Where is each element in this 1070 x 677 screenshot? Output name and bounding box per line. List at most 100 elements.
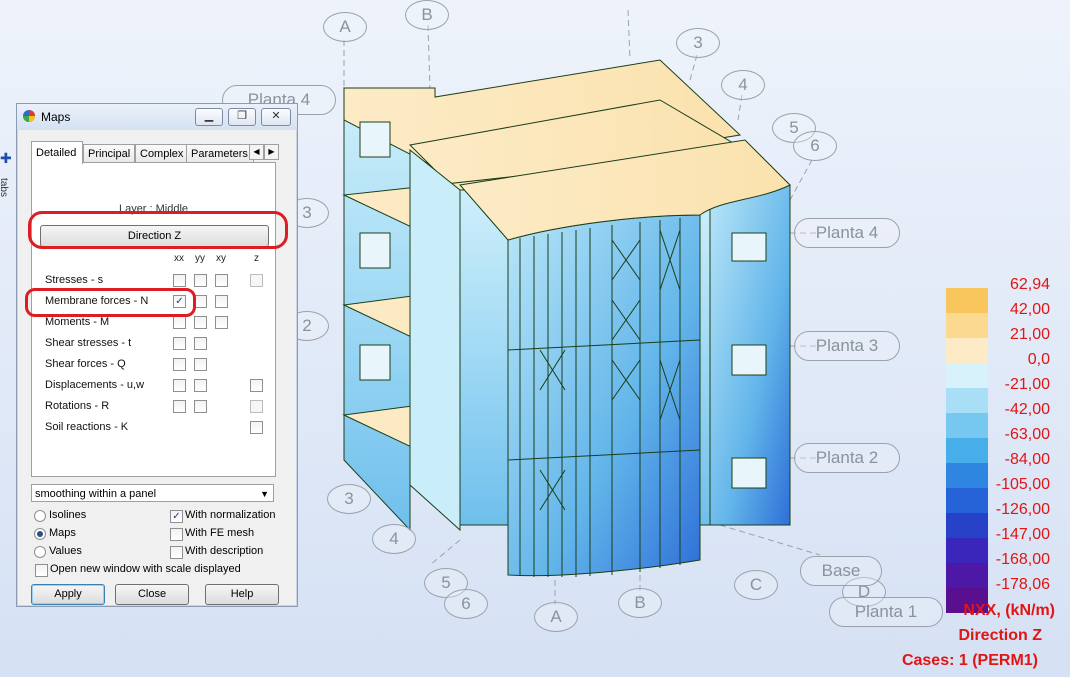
- moments-yy-checkbox[interactable]: [194, 316, 207, 329]
- fe-mesh-checkbox[interactable]: [170, 528, 183, 541]
- stresses-xy-checkbox[interactable]: [215, 274, 228, 287]
- shear-stress-yy-checkbox[interactable]: [194, 337, 207, 350]
- arrow-icon: ✚: [0, 150, 12, 166]
- moments-xx-checkbox[interactable]: [173, 316, 186, 329]
- rotation-z-checkbox[interactable]: [250, 400, 263, 413]
- maps-radio[interactable]: [34, 528, 46, 540]
- rotation-xx-checkbox[interactable]: [173, 400, 186, 413]
- level-label: Planta 4: [794, 218, 900, 248]
- tab-scroll-right-icon[interactable]: ▶: [264, 144, 279, 160]
- level-label: Base: [800, 556, 882, 586]
- row-label-shear-stresses: Shear stresses - t: [45, 337, 132, 349]
- row-label-soil-reactions: Soil reactions - K: [45, 421, 129, 433]
- axis-bubble: 3: [676, 28, 720, 58]
- legend-value: -126,00: [995, 501, 1050, 518]
- axis-bubble: A: [323, 12, 367, 42]
- level-label: Planta 3: [794, 331, 900, 361]
- column-header-z: z: [254, 253, 259, 264]
- side-tabs[interactable]: ✚ tabs: [0, 150, 12, 210]
- membrane-xy-checkbox[interactable]: [215, 295, 228, 308]
- legend-swatch: [946, 538, 988, 563]
- axis-bubble: B: [618, 588, 662, 618]
- legend-value: -178,06: [995, 576, 1050, 593]
- chevron-down-icon: ▼: [260, 489, 269, 499]
- tab-parameters[interactable]: Parameters: [186, 144, 254, 163]
- smoothing-value: smoothing within a panel: [35, 488, 157, 500]
- legend-swatch: [946, 338, 988, 363]
- axis-bubble: 4: [372, 524, 416, 554]
- highlight-direction: [28, 211, 288, 249]
- values-label: Values: [49, 545, 82, 557]
- moments-xy-checkbox[interactable]: [215, 316, 228, 329]
- soil-reaction-z-checkbox[interactable]: [250, 421, 263, 434]
- side-tab-label[interactable]: tabs: [0, 178, 9, 197]
- legend-value: -147,00: [995, 526, 1050, 543]
- fe-mesh-label: With FE mesh: [185, 527, 255, 539]
- normalization-checkbox[interactable]: ✓: [170, 510, 183, 523]
- stresses-xx-checkbox[interactable]: [173, 274, 186, 287]
- axis-bubble: 4: [721, 70, 765, 100]
- legend-swatch: [946, 438, 988, 463]
- minimize-button[interactable]: ▁: [195, 108, 223, 126]
- stresses-yy-checkbox[interactable]: [194, 274, 207, 287]
- shear-stress-xx-checkbox[interactable]: [173, 337, 186, 350]
- legend-value: 42,00: [1009, 301, 1050, 318]
- legend-swatch: [946, 388, 988, 413]
- dialog-title: Maps: [41, 110, 71, 124]
- help-button[interactable]: Help: [205, 584, 279, 605]
- legend-value: -63,00: [1004, 426, 1050, 443]
- displacement-yy-checkbox[interactable]: [194, 379, 207, 392]
- legend-value: -105,00: [995, 476, 1050, 493]
- tab-scroll-left-icon[interactable]: ◀: [249, 144, 264, 160]
- legend-value: -168,00: [995, 551, 1050, 568]
- shear-force-xx-checkbox[interactable]: [173, 358, 186, 371]
- legend-value: -21,00: [1004, 376, 1050, 393]
- legend-quantity: NXX, (kN/m): [963, 602, 1055, 619]
- row-label-shear-forces: Shear forces - Q: [45, 358, 126, 370]
- maps-dialog: Maps ▁ ❐ ✕ Detailed Principal Complex Pa…: [16, 103, 298, 607]
- legend-swatch: [946, 363, 988, 388]
- legend-value: -42,00: [1004, 401, 1050, 418]
- level-label: Planta 2: [794, 443, 900, 473]
- isolines-label: Isolines: [49, 509, 87, 521]
- apply-button[interactable]: Apply: [31, 584, 105, 605]
- open-new-window-label: Open new window with scale displayed: [50, 563, 241, 575]
- row-label-displacements: Displacements - u,w: [45, 379, 145, 391]
- legend-value: 0,0: [1027, 351, 1050, 368]
- isolines-radio[interactable]: [34, 510, 46, 522]
- axis-bubble: B: [405, 0, 449, 30]
- tab-bar: Detailed Principal Complex Parameters ◀ …: [31, 141, 281, 164]
- smoothing-dropdown[interactable]: smoothing within a panel ▼: [31, 484, 274, 502]
- legend-value: 21,00: [1009, 326, 1050, 343]
- displacement-xx-checkbox[interactable]: [173, 379, 186, 392]
- dialog-titlebar[interactable]: Maps ▁ ❐ ✕: [17, 104, 297, 130]
- open-new-window-checkbox[interactable]: [35, 564, 48, 577]
- tab-detailed[interactable]: Detailed: [31, 141, 83, 164]
- column-header-xx: xx: [174, 253, 184, 264]
- row-label-stresses: Stresses - s: [45, 274, 104, 286]
- level-label: Planta 1: [829, 597, 943, 627]
- shear-force-yy-checkbox[interactable]: [194, 358, 207, 371]
- values-radio[interactable]: [34, 546, 46, 558]
- stresses-z-checkbox[interactable]: [250, 274, 263, 287]
- maximize-button[interactable]: ❐: [228, 108, 256, 126]
- tab-complex[interactable]: Complex: [135, 144, 187, 163]
- close-button[interactable]: Close: [115, 584, 189, 605]
- legend-value: -84,00: [1004, 451, 1050, 468]
- rotation-yy-checkbox[interactable]: [194, 400, 207, 413]
- axis-bubble: C: [734, 570, 778, 600]
- legend-swatch: [946, 513, 988, 538]
- column-header-yy: yy: [195, 253, 205, 264]
- tab-principal[interactable]: Principal: [83, 144, 135, 163]
- highlight-membrane-forces: [25, 288, 196, 317]
- displacement-z-checkbox[interactable]: [250, 379, 263, 392]
- row-label-rotations: Rotations - R: [45, 400, 110, 412]
- axis-bubble: A: [534, 602, 578, 632]
- legend-direction: Direction Z: [958, 627, 1042, 644]
- legend-swatch: [946, 413, 988, 438]
- legend-swatch: [946, 488, 988, 513]
- description-checkbox[interactable]: [170, 546, 183, 559]
- legend-swatch: [946, 563, 988, 588]
- close-window-button[interactable]: ✕: [261, 108, 291, 126]
- description-label: With description: [185, 545, 264, 557]
